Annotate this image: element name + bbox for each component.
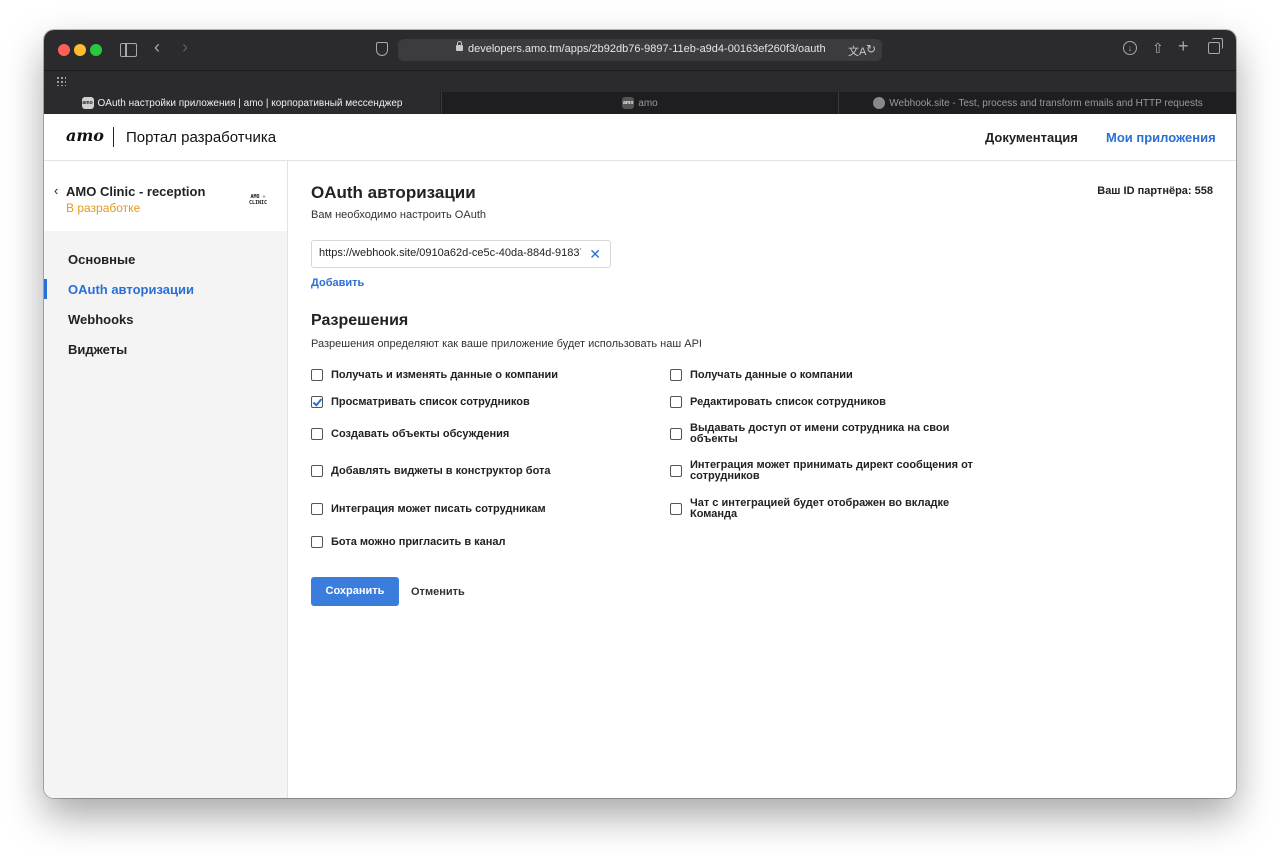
clear-url-icon[interactable]: ✕ [589, 246, 601, 262]
checkbox[interactable] [311, 369, 323, 381]
cancel-button[interactable]: Отменить [411, 586, 465, 598]
translate-icon[interactable]: 文A [848, 43, 866, 59]
permission-team-tab-chat[interactable]: Чат с интеграцией будет отображен во вкл… [670, 498, 990, 520]
permission-direct-messages[interactable]: Интеграция может принимать директ сообще… [670, 460, 990, 482]
page-subtitle: Вам необходимо настроить OAuth [311, 209, 486, 221]
tab-title: amo [638, 97, 658, 109]
app-header: ‹ AMO Clinic - reception В разработке AM… [44, 161, 287, 231]
permissions-title: Разрешения [311, 312, 409, 329]
share-icon[interactable]: ⇧ [1152, 40, 1164, 56]
permission-label: Интеграция может писать сотрудникам [331, 502, 546, 515]
zoom-window-button[interactable] [90, 44, 102, 56]
checkbox[interactable] [311, 396, 323, 408]
permission-label: Получать и изменять данные о компании [331, 368, 559, 381]
nav-documentation-link[interactable]: Документация [985, 130, 1078, 145]
sidebar: ‹ AMO Clinic - reception В разработке AM… [44, 161, 288, 798]
permission-label: Бота можно пригласить в канал [331, 535, 506, 548]
browser-tab-oauth[interactable]: amo OAuth настройки приложения | amo | к… [44, 92, 440, 114]
checkbox[interactable] [311, 465, 323, 477]
permission-label: Просматривать список сотрудников [331, 395, 530, 408]
permission-label: Создавать объекты обсуждения [331, 427, 510, 440]
permissions-subtitle: Разрешения определяют как ваше приложени… [311, 338, 702, 350]
save-button[interactable]: Сохранить [311, 577, 399, 606]
sidebar-item-webhooks[interactable]: Webhooks [68, 312, 134, 327]
nav-my-apps-link[interactable]: Мои приложения [1106, 130, 1216, 145]
permission-bot-invite-channel[interactable]: Бота можно пригласить в канал [311, 536, 506, 548]
sidebar-item-oauth[interactable]: OAuth авторизации [68, 282, 194, 297]
checkbox[interactable] [311, 503, 323, 515]
reload-icon[interactable]: ↻ [866, 42, 876, 56]
permission-label: Интеграция может принимать директ сообще… [690, 459, 973, 482]
permission-label: Получать данные о компании [690, 368, 853, 381]
tab-title: OAuth настройки приложения | amo | корпо… [97, 97, 403, 109]
address-text[interactable]: developers.amo.tm/apps/2b92db76-9897-11e… [468, 43, 826, 55]
browser-tab-webhook[interactable]: Webhook.site - Test, process and transfo… [838, 92, 1236, 114]
close-window-button[interactable] [58, 44, 70, 56]
privacy-shield-icon[interactable] [376, 42, 388, 56]
grid-icon[interactable] [56, 76, 66, 86]
new-tab-icon[interactable]: + [1178, 37, 1189, 55]
app-status: В разработке [66, 201, 141, 215]
app-logo: AMO + CLINIC [244, 194, 272, 208]
tab-overview-icon[interactable] [1208, 38, 1223, 54]
add-url-link[interactable]: Добавить [311, 277, 364, 289]
permission-edit-employees[interactable]: Редактировать список сотрудников [670, 396, 990, 408]
browser-toolbar: ‹ › developers.amo.tm/apps/2b92db76-9897… [44, 30, 1236, 71]
sidebar-toggle-icon[interactable] [120, 43, 137, 57]
app-logo-line2: CLINIC [248, 200, 268, 206]
address-bar[interactable]: developers.amo.tm/apps/2b92db76-9897-11e… [398, 39, 882, 61]
webhook-favicon-icon [873, 97, 886, 109]
checkbox[interactable] [670, 465, 682, 477]
app-name: AMO Clinic - reception [66, 184, 206, 199]
download-icon[interactable]: ↓ [1123, 41, 1137, 55]
checkbox[interactable] [670, 503, 682, 515]
partner-id: Ваш ID партнёра: 558 [1097, 185, 1213, 197]
portal-title: Портал разработчика [126, 129, 277, 146]
browser-window: ‹ › developers.amo.tm/apps/2b92db76-9897… [44, 30, 1236, 798]
active-item-marker [44, 279, 47, 299]
checkbox[interactable] [670, 396, 682, 408]
permission-bot-widgets[interactable]: Добавлять виджеты в конструктор бота [311, 465, 551, 477]
checkbox[interactable] [311, 428, 323, 440]
back-chevron-icon[interactable]: ‹ [54, 183, 58, 198]
permission-company-data-rw[interactable]: Получать и изменять данные о компании [311, 369, 558, 381]
redirect-url-field[interactable]: ✕ [311, 240, 611, 268]
minimize-window-button[interactable] [74, 44, 86, 56]
page-content: amo Портал разработчика Документация Мои… [44, 114, 1236, 798]
forward-icon[interactable]: › [182, 38, 188, 56]
permission-create-discussions[interactable]: Создавать объекты обсуждения [311, 428, 509, 440]
logo-divider [113, 127, 114, 147]
back-icon[interactable]: ‹ [154, 38, 160, 56]
lock-icon [456, 41, 463, 51]
permission-message-employees[interactable]: Интеграция может писать сотрудникам [311, 503, 546, 515]
sidebar-item-widgets[interactable]: Виджеты [68, 342, 127, 357]
permission-company-data-read[interactable]: Получать данные о компании [670, 369, 990, 381]
amo-logo[interactable]: amo [66, 126, 104, 145]
permission-view-employees[interactable]: Просматривать список сотрудников [311, 396, 530, 408]
favorites-bar [44, 71, 1236, 92]
checkbox[interactable] [311, 536, 323, 548]
amo-favicon-icon: amo [81, 97, 94, 109]
permission-grant-access[interactable]: Выдавать доступ от имени сотрудника на с… [670, 423, 990, 445]
checkbox[interactable] [670, 428, 682, 440]
redirect-url-input[interactable] [319, 247, 581, 259]
page-title: OAuth авторизации [311, 183, 476, 202]
permission-label: Чат с интеграцией будет отображен во вкл… [690, 497, 950, 520]
top-navigation: amo Портал разработчика Документация Мои… [44, 114, 1236, 161]
tab-strip: amo OAuth настройки приложения | amo | к… [44, 92, 1236, 114]
permission-label: Редактировать список сотрудников [690, 395, 886, 408]
browser-tab-amo[interactable]: amo amo [441, 92, 838, 114]
sidebar-item-general[interactable]: Основные [68, 252, 135, 267]
checkbox[interactable] [670, 369, 682, 381]
tab-title: Webhook.site - Test, process and transfo… [889, 97, 1203, 109]
permission-label: Выдавать доступ от имени сотрудника на с… [690, 422, 950, 445]
amo-favicon-icon: amo [622, 97, 635, 109]
permission-label: Добавлять виджеты в конструктор бота [331, 464, 551, 477]
